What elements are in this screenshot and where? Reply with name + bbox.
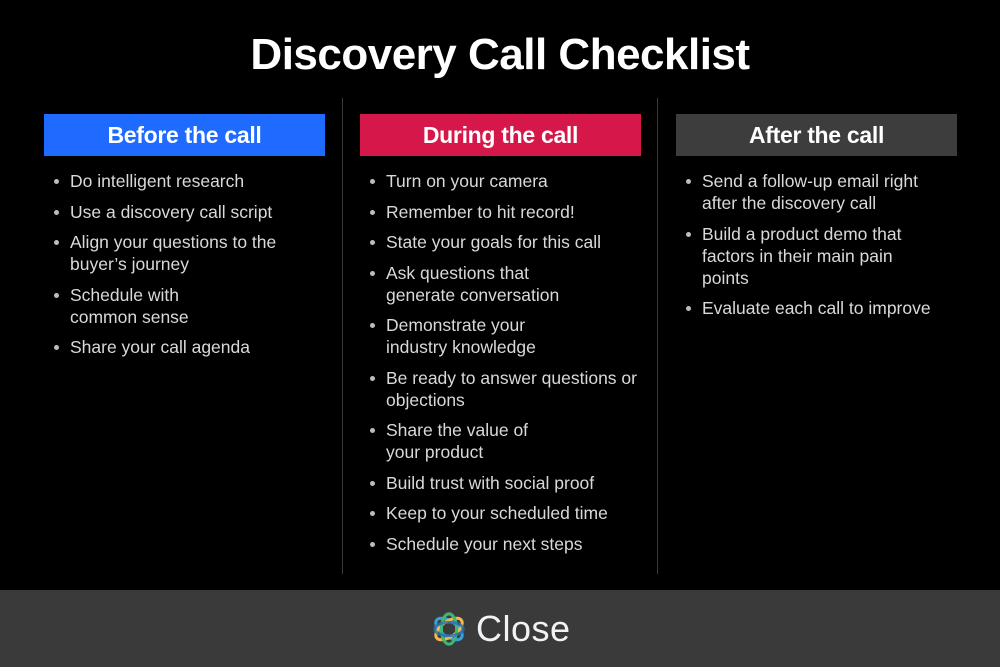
bullet-icon: [370, 179, 375, 184]
column-heading-after: After the call: [676, 114, 957, 156]
bullet-icon: [370, 480, 375, 486]
checklist-after: Send a follow-up email right after the d…: [676, 170, 957, 319]
list-item: Share the value of your product: [360, 419, 556, 463]
brand-logo: Close: [430, 608, 571, 650]
column-before: Before the call Do intelligent research …: [44, 114, 325, 367]
list-item: Ask questions that generate conversation: [360, 262, 566, 306]
list-item: Share your call agenda: [44, 336, 325, 358]
column-after: After the call Send a follow-up email ri…: [676, 114, 957, 328]
list-item: Do intelligent research: [44, 170, 325, 192]
bullet-icon: [54, 209, 59, 215]
list-item: Turn on your camera: [360, 170, 641, 192]
checklist-before: Do intelligent research Use a discovery …: [44, 170, 325, 358]
column-divider: [342, 98, 343, 574]
bullet-icon: [370, 511, 375, 516]
bullet-icon: [54, 179, 59, 184]
bullet-icon: [370, 541, 375, 547]
list-item: Keep to your scheduled time: [360, 502, 641, 524]
close-logo-icon: [433, 612, 465, 646]
bullet-icon: [54, 292, 59, 298]
bullet-icon: [686, 306, 691, 311]
column-heading-during: During the call: [360, 114, 641, 156]
bullet-icon: [54, 345, 59, 350]
list-item: Schedule with common sense: [44, 284, 200, 328]
bullet-icon: [370, 270, 375, 276]
bullet-icon: [686, 231, 691, 237]
list-item: Be ready to answer questions or objectio…: [360, 367, 656, 411]
column-divider: [657, 98, 658, 574]
list-item: Align your questions to the buyer’s jour…: [44, 231, 300, 275]
brand-name: Close: [476, 608, 571, 649]
list-item: Remember to hit record!: [360, 201, 641, 223]
bullet-icon: [686, 179, 691, 184]
list-item: Demonstrate your industry knowledge: [360, 314, 556, 358]
list-item: Build trust with social proof: [360, 472, 641, 494]
bullet-icon: [370, 323, 375, 328]
list-item: Build a product demo that factors in the…: [676, 223, 927, 289]
bullet-icon: [370, 428, 375, 433]
bullet-icon: [370, 240, 375, 245]
bullet-icon: [370, 209, 375, 215]
list-item: Send a follow-up email right after the d…: [676, 170, 952, 214]
list-item: Use a discovery call script: [44, 201, 325, 223]
list-item: State your goals for this call: [360, 231, 641, 253]
column-heading-before: Before the call: [44, 114, 325, 156]
column-during: During the call Turn on your camera Reme…: [360, 114, 641, 563]
bullet-icon: [54, 240, 59, 245]
list-item: Schedule your next steps: [360, 533, 641, 555]
checklist-during: Turn on your camera Remember to hit reco…: [360, 170, 641, 555]
list-item: Evaluate each call to improve: [676, 297, 957, 319]
bullet-icon: [370, 375, 375, 381]
page-title: Discovery Call Checklist: [250, 30, 750, 79]
